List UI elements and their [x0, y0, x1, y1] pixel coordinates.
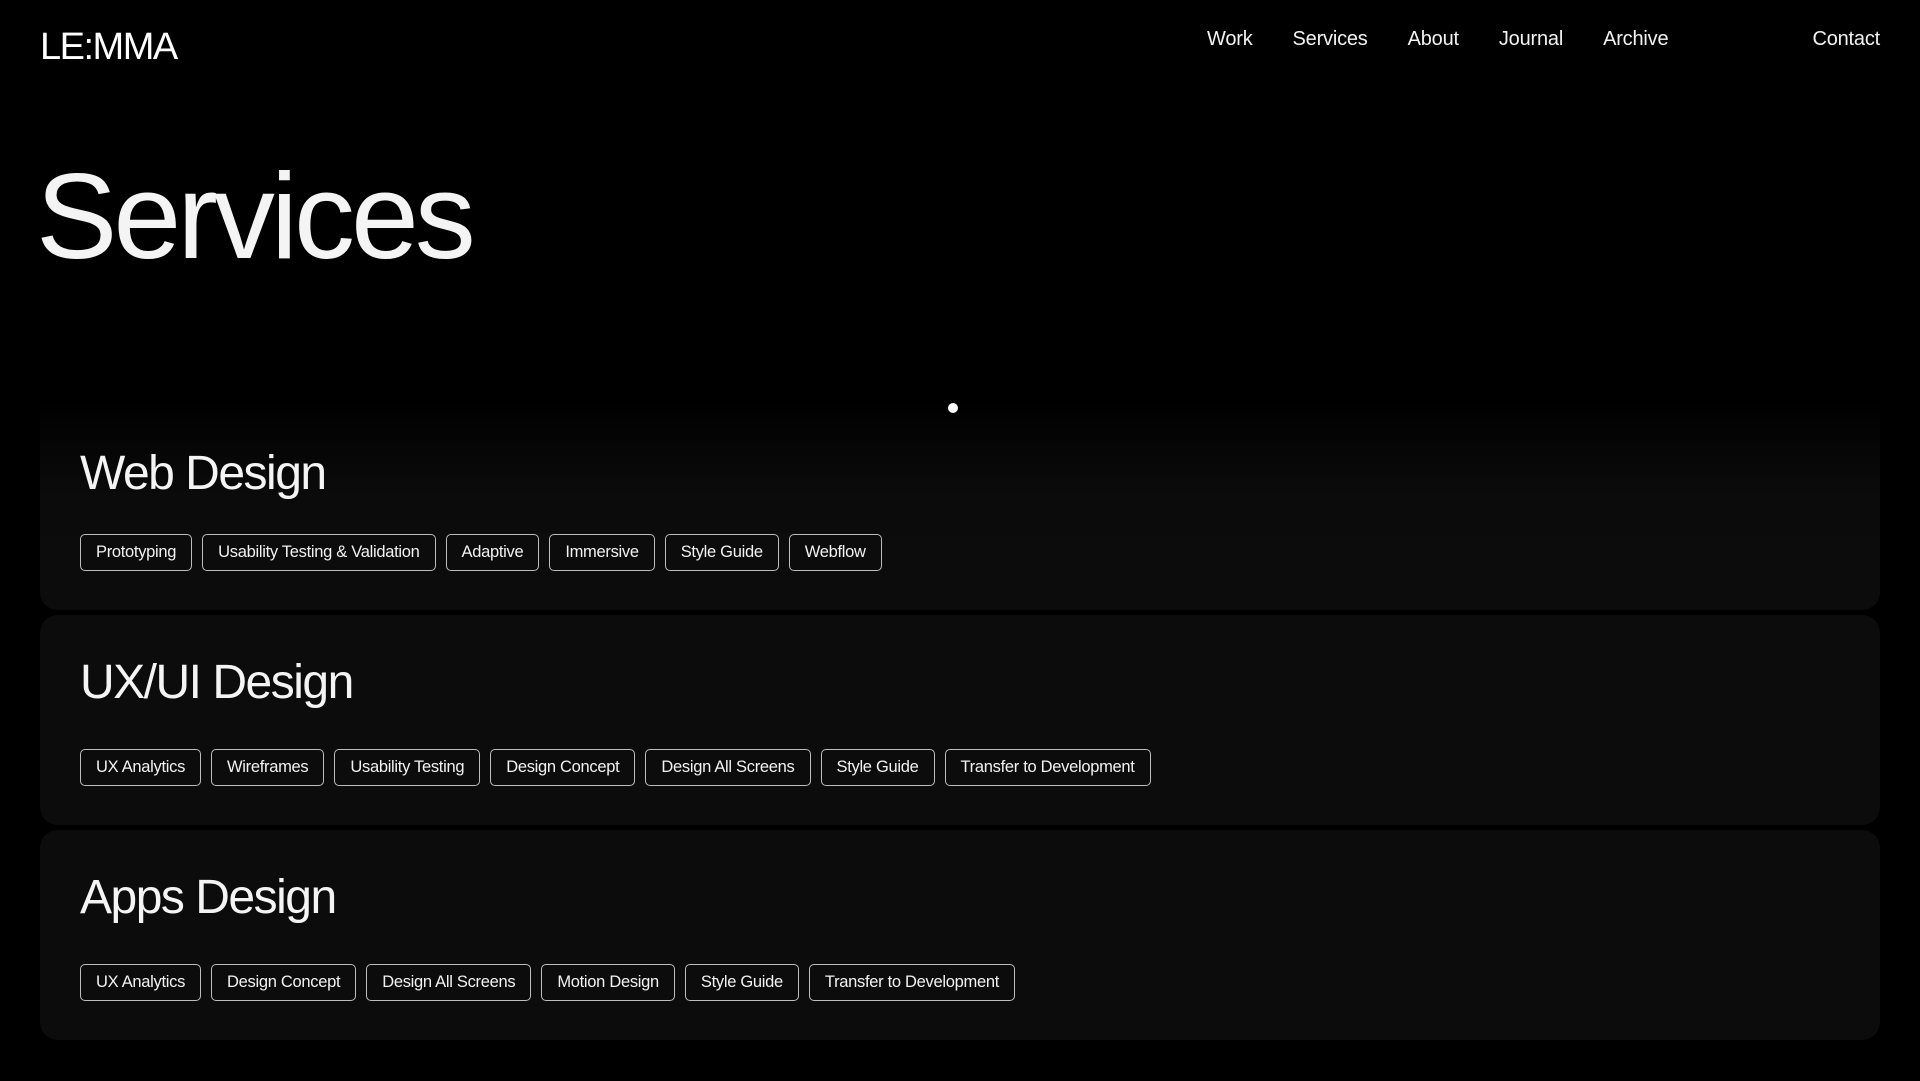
tag-style-guide[interactable]: Style Guide — [684, 964, 799, 1001]
logo[interactable]: LE:MMA — [40, 26, 178, 69]
tag-prototyping[interactable]: Prototyping — [80, 534, 193, 571]
site-header: LE:MMA Work Services About Journal Archi… — [40, 22, 1880, 72]
page: LE:MMA Work Services About Journal Archi… — [0, 0, 1920, 1081]
services-list: Web Design Prototyping Usability Testing… — [40, 400, 1880, 1045]
page-title: Services — [36, 148, 476, 284]
tag-design-all-screens[interactable]: Design All Screens — [645, 749, 811, 786]
tag-motion-design[interactable]: Motion Design — [541, 964, 675, 1001]
cursor-dot — [948, 403, 958, 413]
tag-design-all-screens[interactable]: Design All Screens — [366, 964, 532, 1001]
tag-adaptive[interactable]: Adaptive — [445, 534, 540, 571]
tag-wireframes[interactable]: Wireframes — [211, 749, 325, 786]
tag-transfer-to-development[interactable]: Transfer to Development — [808, 964, 1015, 1001]
tag-style-guide[interactable]: Style Guide — [664, 534, 779, 571]
nav-archive[interactable]: Archive — [1603, 28, 1668, 51]
tag-style-guide[interactable]: Style Guide — [820, 749, 935, 786]
service-card-web-design: Web Design Prototyping Usability Testing… — [40, 400, 1880, 610]
tag-webflow[interactable]: Webflow — [788, 534, 882, 571]
service-title: UX/UI Design — [80, 656, 354, 709]
service-tags: UX Analytics Wireframes Usability Testin… — [80, 749, 1151, 786]
tag-immersive[interactable]: Immersive — [549, 534, 655, 571]
service-card-ux-ui-design: UX/UI Design UX Analytics Wireframes Usa… — [40, 615, 1880, 825]
service-title: Apps Design — [80, 871, 337, 924]
tag-design-concept[interactable]: Design Concept — [490, 749, 636, 786]
main-nav: Work Services About Journal Archive — [1207, 28, 1708, 51]
nav-journal[interactable]: Journal — [1499, 28, 1563, 51]
tag-usability-testing-validation[interactable]: Usability Testing & Validation — [202, 534, 436, 571]
nav-work[interactable]: Work — [1207, 28, 1253, 51]
service-title: Web Design — [80, 447, 327, 500]
nav-about[interactable]: About — [1408, 28, 1459, 51]
tag-ux-analytics[interactable]: UX Analytics — [80, 964, 202, 1001]
nav-services[interactable]: Services — [1293, 28, 1368, 51]
tag-usability-testing[interactable]: Usability Testing — [334, 749, 481, 786]
service-tags: Prototyping Usability Testing & Validati… — [80, 534, 882, 571]
service-card-apps-design: Apps Design UX Analytics Design Concept … — [40, 830, 1880, 1040]
tag-design-concept[interactable]: Design Concept — [211, 964, 357, 1001]
nav-contact[interactable]: Contact — [1812, 28, 1880, 51]
tag-ux-analytics[interactable]: UX Analytics — [80, 749, 202, 786]
service-tags: UX Analytics Design Concept Design All S… — [80, 964, 1015, 1001]
tag-transfer-to-development[interactable]: Transfer to Development — [944, 749, 1151, 786]
